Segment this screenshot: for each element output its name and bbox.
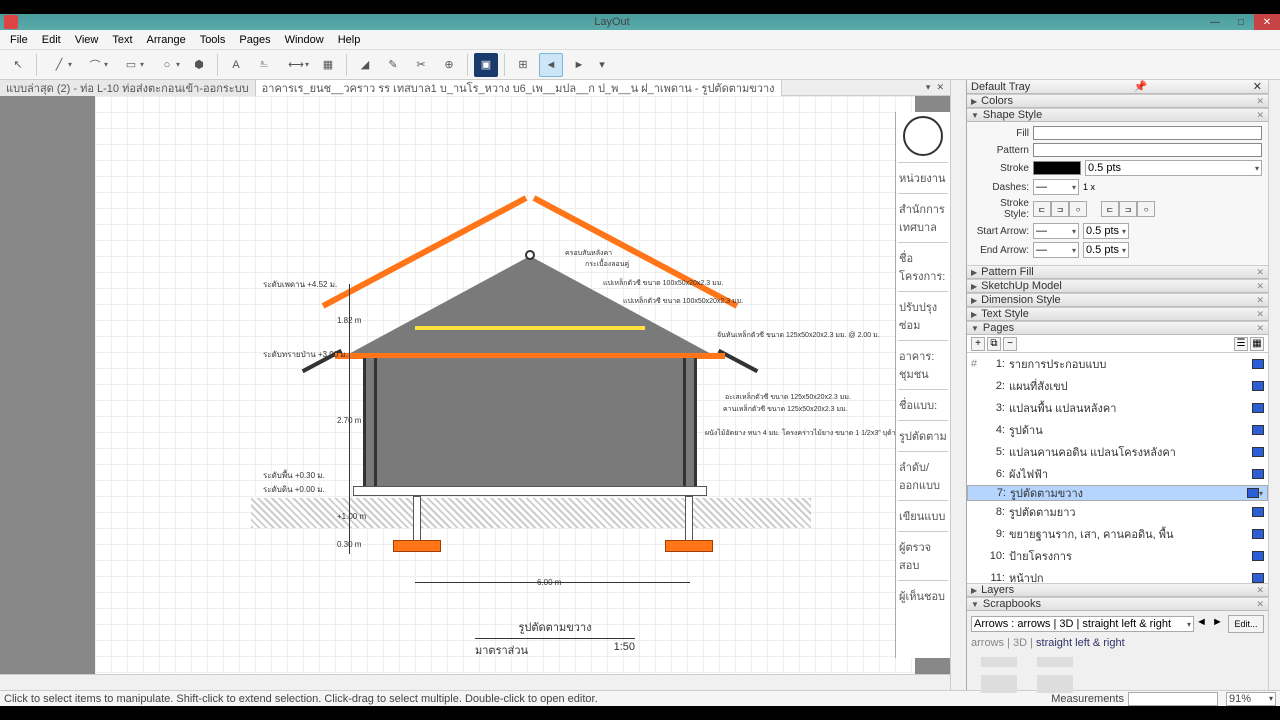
page-row[interactable]: 2:แผนที่สังเขป bbox=[967, 375, 1268, 397]
page-list: #1:รายการประกอบแบบ2:แผนที่สังเขป3:แปลนพื… bbox=[967, 353, 1268, 583]
panel-sketchup-model[interactable]: ▶SketchUp Model✕ bbox=[967, 279, 1268, 293]
cap-style-group[interactable]: ⊏⊐○ bbox=[1033, 201, 1087, 217]
dimension-tool[interactable]: ⟷ bbox=[280, 53, 312, 77]
page-grid-view-icon[interactable]: ▦ bbox=[1250, 337, 1264, 351]
menu-window[interactable]: Window bbox=[279, 32, 330, 48]
page-list-view-icon[interactable]: ☰ bbox=[1234, 337, 1248, 351]
title-block-strip: หน่วยงาน สำนักการ เทศบาล ชื่อโครงการ: ปร… bbox=[895, 112, 950, 658]
shape-style-body: Fill Pattern Stroke0.5 pts Dashes:—1 x S… bbox=[967, 122, 1268, 265]
scrapbook-next-icon[interactable]: ► bbox=[1212, 616, 1226, 632]
page-row[interactable]: 7:รูปตัดตามขวาง bbox=[967, 485, 1268, 501]
canvas-vscroll[interactable] bbox=[950, 80, 966, 690]
start-arrow-size[interactable]: 0.5 pts bbox=[1083, 223, 1129, 239]
pattern-swatch[interactable] bbox=[1033, 143, 1262, 157]
scrapbook-edit-button[interactable]: Edit... bbox=[1228, 615, 1264, 633]
drawing-title-block: รูปตัดตามขวาง มาตราส่วน 1:50 bbox=[475, 618, 635, 659]
menu-edit[interactable]: Edit bbox=[36, 32, 67, 48]
titlebar: LayOut — □ ✕ bbox=[0, 14, 1280, 30]
label-tool[interactable]: ⎁ bbox=[252, 53, 276, 77]
page-row[interactable]: 11:หน้าปก bbox=[967, 567, 1268, 583]
page-del-icon[interactable]: − bbox=[1003, 337, 1017, 351]
toolbar: ↖ ╱ ⌒ ▭ ○ ⬢ A ⎁ ⟷ ▦ ◢ ✎ ✂ ⊕ ▣ ⊞ ◄ ► ▾ bbox=[0, 50, 1280, 80]
menu-tools[interactable]: Tools bbox=[194, 32, 232, 48]
panel-dimension-style[interactable]: ▶Dimension Style✕ bbox=[967, 293, 1268, 307]
app-icon bbox=[4, 15, 18, 29]
start-arrow-select[interactable]: — bbox=[1033, 223, 1079, 239]
menu-text[interactable]: Text bbox=[106, 32, 138, 48]
polygon-tool[interactable]: ⬢ bbox=[187, 53, 211, 77]
page-row[interactable]: 9:ขยายฐานราก, เสา, คานคอดิน, พื้น bbox=[967, 523, 1268, 545]
menu-help[interactable]: Help bbox=[332, 32, 367, 48]
page-row[interactable]: 5:แปลนคานคอดิน แปลนโครงหลังคา bbox=[967, 441, 1268, 463]
line-tool[interactable]: ╱ bbox=[43, 53, 75, 77]
page-row[interactable]: 10:ป้ายโครงการ bbox=[967, 545, 1268, 567]
panel-colors[interactable]: ▶Colors✕ bbox=[967, 94, 1268, 108]
document-tabs: แบบล่าสุด (2) - ท่อ L-10 ท่อส่งตะกอนเข้า… bbox=[0, 80, 950, 96]
join-tool[interactable]: ⊕ bbox=[437, 53, 461, 77]
tray-close-icon[interactable]: ✕ bbox=[1251, 80, 1264, 93]
circle-tool[interactable]: ○ bbox=[151, 53, 183, 77]
toolbar-overflow[interactable]: ▾ bbox=[595, 53, 609, 77]
menu-file[interactable]: File bbox=[4, 32, 34, 48]
arc-tool[interactable]: ⌒ bbox=[79, 53, 111, 77]
menu-view[interactable]: View bbox=[69, 32, 105, 48]
stroke-width-select[interactable]: 0.5 pts bbox=[1085, 160, 1262, 176]
maximize-button[interactable]: □ bbox=[1228, 14, 1254, 30]
panel-pages[interactable]: ▼Pages✕ bbox=[967, 321, 1268, 335]
menu-pages[interactable]: Pages bbox=[233, 32, 276, 48]
page-prev-button[interactable]: ◄ bbox=[539, 53, 563, 77]
menubar: File Edit View Text Arrange Tools Pages … bbox=[0, 30, 1280, 50]
minimize-button[interactable]: — bbox=[1202, 14, 1228, 30]
status-hint: Click to select items to manipulate. Shi… bbox=[4, 693, 1051, 705]
page-next-button[interactable]: ► bbox=[567, 53, 591, 77]
fill-swatch[interactable] bbox=[1033, 126, 1262, 140]
panel-scrapbooks[interactable]: ▼Scrapbooks✕ bbox=[967, 597, 1268, 611]
horizontal-scrollbar[interactable] bbox=[0, 674, 950, 690]
tray-vscroll[interactable] bbox=[1268, 80, 1280, 690]
page-row[interactable]: 3:แปลนพื้น แปลนหลังคา bbox=[967, 397, 1268, 419]
scrapbook-prev-icon[interactable]: ◄ bbox=[1196, 616, 1210, 632]
page-add-icon[interactable]: + bbox=[971, 337, 985, 351]
text-tool[interactable]: A bbox=[224, 53, 248, 77]
page-row[interactable]: 8:รูปตัดตามยาว bbox=[967, 501, 1268, 523]
tray-pin-icon[interactable]: 📌 bbox=[1132, 80, 1150, 93]
panel-layers[interactable]: ▶Layers✕ bbox=[967, 583, 1268, 597]
stroke-swatch[interactable] bbox=[1033, 161, 1081, 175]
page-row[interactable]: 6:ผังไฟฟ้า bbox=[967, 463, 1268, 485]
split-tool[interactable]: ✂ bbox=[409, 53, 433, 77]
default-tray: Default Tray 📌 ✕ ▶Colors✕ ▼Shape Style✕ … bbox=[966, 80, 1268, 690]
page-row[interactable]: 4:รูปด้าน bbox=[967, 419, 1268, 441]
eraser-tool[interactable]: ◢ bbox=[353, 53, 377, 77]
scrapbook-path: straight left & right bbox=[1036, 637, 1125, 649]
window-title: LayOut bbox=[22, 16, 1202, 28]
scrapbook-items[interactable] bbox=[971, 653, 1264, 671]
drawing-viewport: ครอบสันหลังคา กระเบื้องลอนคู่ แปเหล็กตัว… bbox=[245, 196, 845, 636]
tray-title: Default Tray bbox=[971, 81, 1030, 93]
page-row[interactable]: #1:รายการประกอบแบบ bbox=[967, 353, 1268, 375]
panel-shape-style[interactable]: ▼Shape Style✕ bbox=[967, 108, 1268, 122]
canvas-area[interactable]: แบบล่าสุด (2) - ท่อ L-10 ท่อส่งตะกอนเข้า… bbox=[0, 80, 950, 690]
end-arrow-select[interactable]: — bbox=[1033, 242, 1079, 258]
page-add-button[interactable]: ⊞ bbox=[511, 53, 535, 77]
panel-pattern-fill[interactable]: ▶Pattern Fill✕ bbox=[967, 265, 1268, 279]
dashes-select[interactable]: — bbox=[1033, 179, 1079, 195]
page-dup-icon[interactable]: ⧉ bbox=[987, 337, 1001, 351]
tab-close-icon[interactable]: ✕ bbox=[934, 82, 946, 93]
doc-tab-2[interactable]: อาคารเร_ยนช__วคราว รร เทสบาล1 บ_านโร_หวา… bbox=[256, 80, 782, 98]
doc-tab-1[interactable]: แบบล่าสุด (2) - ท่อ L-10 ท่อส่งตะกอนเข้า… bbox=[0, 80, 256, 98]
presentation-button[interactable]: ▣ bbox=[474, 53, 498, 77]
menu-arrange[interactable]: Arrange bbox=[141, 32, 192, 48]
rect-tool[interactable]: ▭ bbox=[115, 53, 147, 77]
style-tool[interactable]: ✎ bbox=[381, 53, 405, 77]
panel-text-style[interactable]: ▶Text Style✕ bbox=[967, 307, 1268, 321]
table-tool[interactable]: ▦ bbox=[316, 53, 340, 77]
scrapbook-select[interactable]: Arrows : arrows | 3D | straight left & r… bbox=[971, 616, 1194, 632]
tab-scroll-icon[interactable]: ▾ bbox=[924, 82, 933, 93]
close-button[interactable]: ✕ bbox=[1254, 14, 1280, 30]
select-tool[interactable]: ↖ bbox=[6, 53, 30, 77]
end-arrow-size[interactable]: 0.5 pts bbox=[1083, 242, 1129, 258]
paper[interactable]: ครอบสันหลังคา กระเบื้องลอนคู่ แปเหล็กตัว… bbox=[95, 96, 915, 674]
join-style-group[interactable]: ⊏⊐○ bbox=[1101, 201, 1155, 217]
stamp-icon bbox=[903, 116, 943, 156]
